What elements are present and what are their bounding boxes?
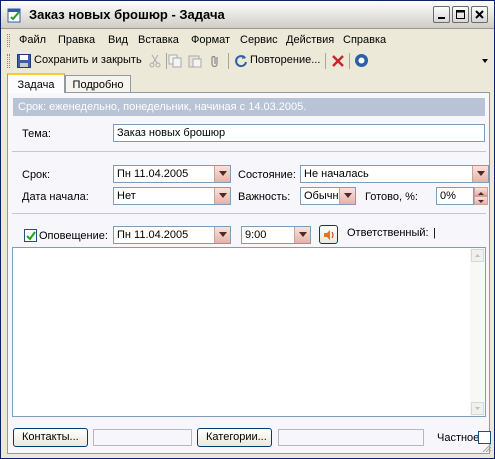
start-date-select[interactable]: Нет (113, 187, 231, 205)
window-title: Заказ новых брошюр - Задача (29, 7, 225, 22)
save-and-close-button[interactable]: Сохранить и закрыть (15, 53, 163, 69)
due-date-label: Срок: (22, 169, 51, 181)
reminder-date-value: Пн 11.04.2005 (117, 229, 189, 241)
due-date-value: Пн 11.04.2005 (117, 168, 189, 180)
owner-label: Ответственный: (347, 227, 429, 239)
spin-up-icon[interactable] (474, 187, 488, 196)
menu-insert[interactable]: Вставка (138, 34, 179, 46)
chevron-down-icon[interactable] (339, 188, 355, 204)
attach-icon[interactable] (208, 54, 222, 70)
standard-toolbar: Сохранить и закрыть Повторение... (2, 51, 493, 71)
chevron-down-icon[interactable] (214, 188, 230, 204)
percent-spinner[interactable] (474, 187, 488, 205)
tab-task[interactable]: Задача (7, 73, 65, 93)
owner-value: | (433, 227, 436, 239)
status-value: Не началась (304, 168, 369, 180)
recurrence-info-bar: Срок: еженедельно, понедельник, начиная … (13, 98, 485, 116)
contacts-field[interactable] (93, 429, 192, 446)
subject-label: Тема: (22, 128, 51, 140)
reminder-label: Оповещение: (39, 230, 108, 242)
task-window: Заказ новых брошюр - Задача Файл Правка … (0, 0, 495, 459)
chevron-down-icon[interactable] (214, 166, 230, 182)
menu-file[interactable]: Файл (19, 34, 46, 46)
private-label: Частное (437, 432, 480, 444)
reminder-sound-button[interactable] (319, 225, 338, 244)
status-label: Состояние: (238, 169, 296, 181)
minimize-button[interactable] (433, 6, 450, 23)
toolbar-separator (349, 53, 350, 69)
copy-icon[interactable] (168, 54, 182, 70)
start-date-label: Дата начала: (22, 191, 89, 203)
priority-label: Важность: (238, 191, 291, 203)
menu-edit[interactable]: Правка (58, 34, 95, 46)
status-select[interactable]: Не началась (300, 165, 489, 183)
menu-actions[interactable]: Действия (286, 34, 334, 46)
notes-scrollbar[interactable] (470, 248, 485, 416)
task-icon (7, 7, 23, 23)
reminder-time-select[interactable]: 9:00 (241, 226, 311, 244)
resize-grip-icon[interactable] (482, 443, 492, 456)
reminder-checkbox[interactable] (24, 229, 37, 242)
percent-complete-label: Готово, %: (365, 191, 418, 203)
menu-format[interactable]: Формат (191, 34, 230, 46)
toolbar-separator (228, 53, 229, 69)
recurrence-button[interactable]: Повторение... (233, 53, 321, 69)
close-button[interactable] (471, 6, 488, 23)
maximize-button[interactable] (452, 6, 469, 23)
task-panel: Срок: еженедельно, понедельник, начиная … (7, 92, 491, 454)
reminder-time-value: 9:00 (245, 229, 267, 241)
cut-icon[interactable] (148, 54, 162, 70)
help-icon[interactable] (354, 53, 369, 69)
reminder-date-select[interactable]: Пн 11.04.2005 (113, 226, 231, 244)
toolbar-options-icon[interactable] (480, 55, 490, 71)
checkmark-icon (26, 231, 36, 241)
spin-down-icon[interactable] (474, 196, 488, 205)
chevron-down-icon[interactable] (214, 227, 230, 243)
menu-view[interactable]: Вид (108, 34, 128, 46)
start-date-value: Нет (117, 190, 136, 202)
notes-textarea[interactable] (12, 247, 486, 417)
menu-grip[interactable] (7, 34, 10, 47)
priority-select[interactable]: Обычная (300, 187, 356, 205)
speaker-icon (322, 228, 336, 245)
paste-icon[interactable] (188, 54, 202, 70)
scroll-down-icon[interactable] (471, 402, 484, 415)
menu-tools[interactable]: Сервис (240, 34, 278, 46)
scroll-up-icon[interactable] (471, 249, 484, 262)
toolbar-grip[interactable] (7, 54, 10, 68)
title-bar: Заказ новых брошюр - Задача (1, 1, 494, 29)
chevron-down-icon[interactable] (472, 166, 488, 182)
menu-help[interactable]: Справка (343, 34, 386, 46)
contacts-button[interactable]: Контакты... (13, 428, 88, 447)
subject-input[interactable]: Заказ новых брошюр (113, 124, 485, 142)
tab-details[interactable]: Подробно (65, 75, 131, 93)
menu-bar: Файл Правка Вид Вставка Формат Сервис Де… (2, 30, 493, 51)
chevron-down-icon[interactable] (294, 227, 310, 243)
recurrence-label: Повторение... (250, 54, 321, 66)
toolbar-separator (325, 53, 326, 69)
delete-icon[interactable] (331, 54, 345, 70)
categories-field[interactable] (278, 429, 424, 446)
divider (12, 151, 486, 152)
save-and-close-label: Сохранить и закрыть (34, 54, 142, 66)
percent-complete-input[interactable]: 0% (436, 187, 474, 205)
divider (12, 213, 486, 214)
categories-button[interactable]: Категории... (197, 428, 272, 447)
save-icon (17, 54, 31, 71)
recurrence-icon (234, 54, 248, 71)
toolbar-separator (166, 53, 167, 69)
due-date-select[interactable]: Пн 11.04.2005 (113, 165, 231, 183)
